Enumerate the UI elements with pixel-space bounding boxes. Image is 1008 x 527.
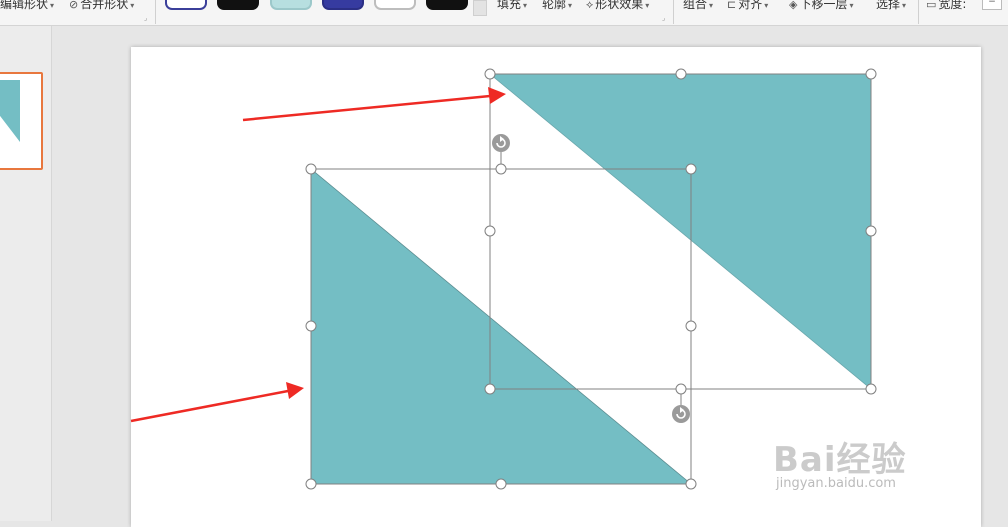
resize-handle[interactable] bbox=[305, 163, 317, 175]
resize-handle[interactable] bbox=[685, 163, 697, 175]
resize-handle[interactable] bbox=[484, 68, 496, 80]
resize-handle[interactable] bbox=[495, 478, 507, 490]
resize-handle[interactable] bbox=[865, 225, 877, 237]
resize-handle[interactable] bbox=[865, 383, 877, 395]
resize-handle[interactable] bbox=[685, 478, 697, 490]
resize-handle[interactable] bbox=[495, 163, 507, 175]
resize-handle[interactable] bbox=[865, 68, 877, 80]
resize-handle[interactable] bbox=[685, 320, 697, 332]
resize-handle[interactable] bbox=[675, 68, 687, 80]
resize-handle[interactable] bbox=[675, 383, 687, 395]
resize-handle[interactable] bbox=[305, 320, 317, 332]
watermark-logo: Bai经验 bbox=[773, 440, 907, 480]
rotate-handle-upper[interactable] bbox=[492, 134, 510, 152]
resize-handle[interactable] bbox=[484, 225, 496, 237]
watermark-url: jingyan.baidu.com bbox=[776, 476, 896, 491]
resize-handle[interactable] bbox=[305, 478, 317, 490]
annotation-arrow-upper bbox=[242, 87, 506, 122]
resize-handle[interactable] bbox=[484, 383, 496, 395]
triangle-shape-lower[interactable] bbox=[310, 168, 693, 485]
rotate-handle-lower[interactable] bbox=[672, 405, 690, 423]
annotation-arrow-lower bbox=[130, 382, 304, 423]
triangle-shape-upper[interactable] bbox=[488, 73, 872, 390]
